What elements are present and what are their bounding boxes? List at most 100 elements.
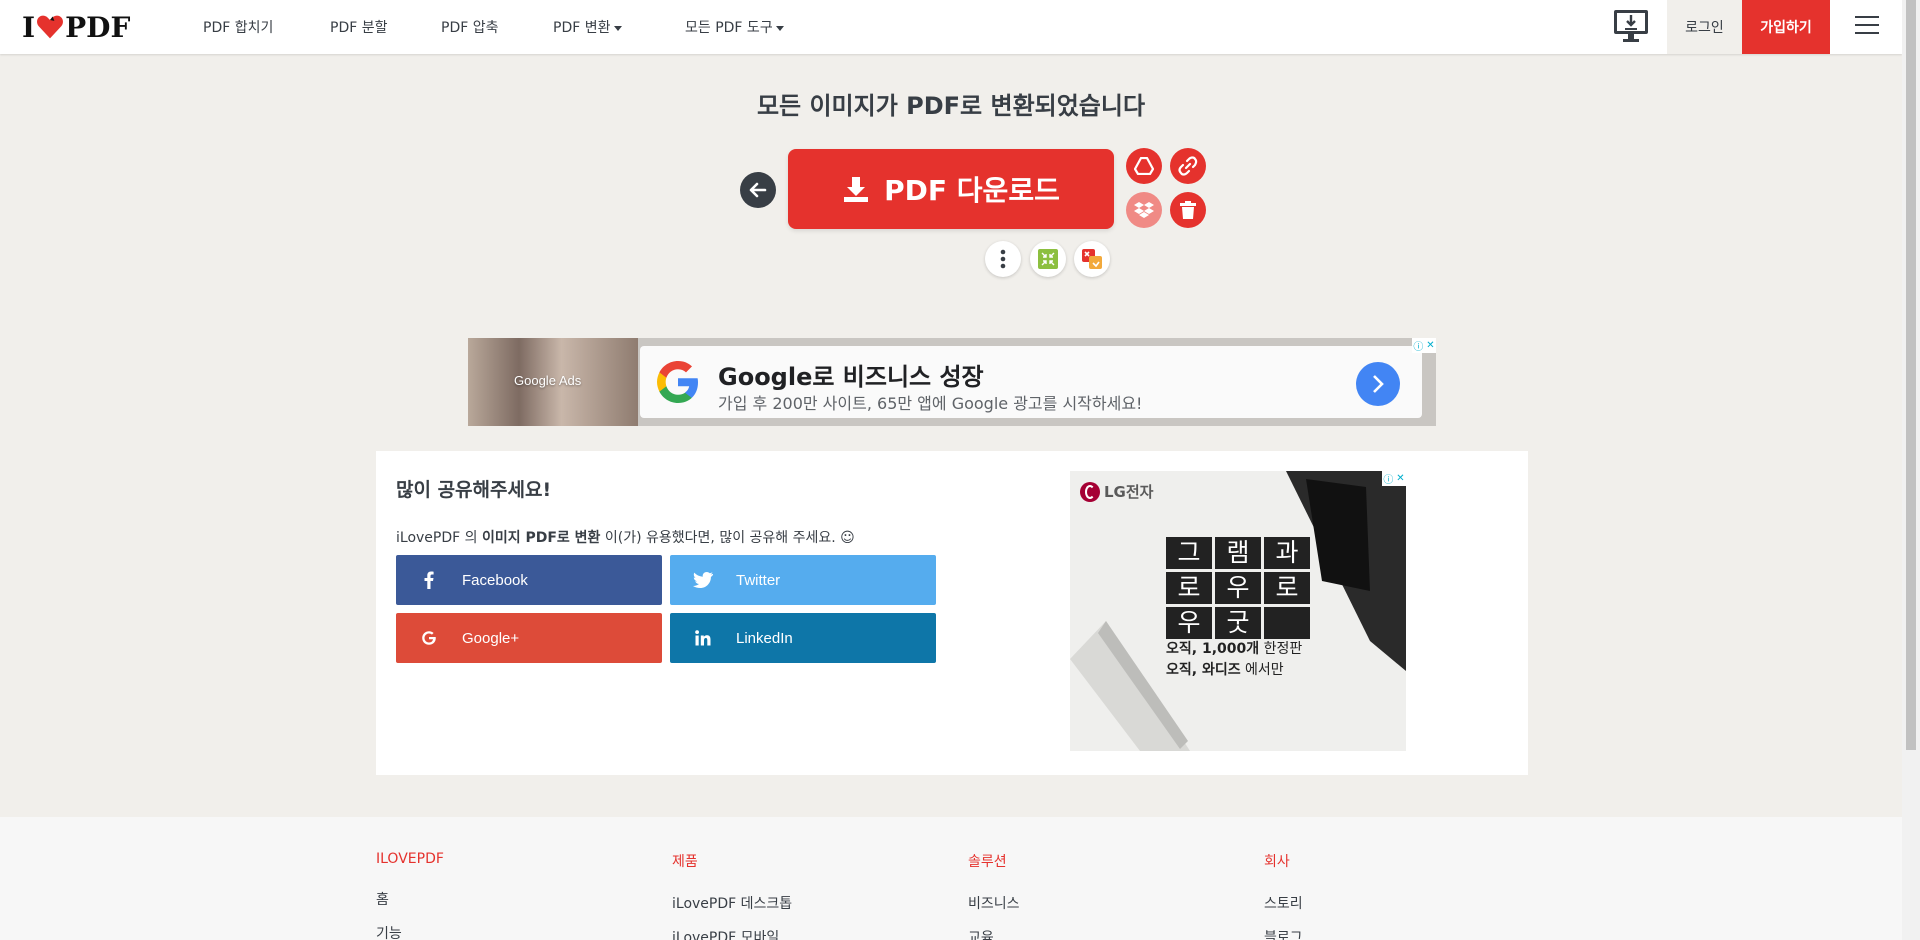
heart-icon bbox=[37, 15, 64, 39]
ad-card[interactable]: Google로 비즈니스 성장 가입 후 200만 사이트, 65만 앱에 Go… bbox=[640, 346, 1422, 418]
lg-ad-grid: 그 램 과 로 우 로 우 굿 bbox=[1166, 537, 1310, 639]
lg-ad-letter: 로 bbox=[1166, 572, 1212, 604]
trash-icon bbox=[1180, 201, 1196, 219]
more-vertical-icon bbox=[1000, 249, 1006, 269]
scrollbar[interactable] bbox=[1902, 0, 1920, 940]
google-drive-icon bbox=[1134, 157, 1154, 175]
compress-pdf-tool-button[interactable] bbox=[1030, 241, 1066, 277]
footer-heading: 솔루션 bbox=[968, 854, 1007, 870]
lg-ad-letter bbox=[1264, 607, 1310, 639]
ad-subtext: 가입 후 200만 사이트, 65만 앱에 Google 광고를 시작하세요! bbox=[718, 394, 1143, 413]
nav-label: PDF 분할 bbox=[330, 20, 388, 36]
ad-headline: Google로 비즈니스 성장 bbox=[718, 363, 984, 391]
footer-column-company: 회사 스토리 블로그 bbox=[1264, 851, 1303, 940]
nav-convert-pdf[interactable]: PDF 변환 bbox=[553, 17, 622, 37]
facebook-icon bbox=[424, 571, 434, 589]
footer-link[interactable]: 비즈니스 bbox=[968, 893, 1020, 913]
download-pdf-button[interactable]: PDF 다운로드 bbox=[788, 149, 1114, 229]
lg-logo-icon bbox=[1080, 481, 1100, 502]
nav-label: 모든 PDF 도구 bbox=[685, 20, 773, 36]
more-tools-button[interactable] bbox=[985, 241, 1021, 277]
page-title: 모든 이미지가 PDF로 변환되었습니다 bbox=[756, 92, 1146, 120]
facebook-label: Facebook bbox=[462, 571, 528, 589]
signup-button[interactable]: 가입하기 bbox=[1742, 0, 1830, 54]
ad-choices-icon[interactable]: ⓘ ✕ bbox=[1382, 471, 1406, 486]
login-button[interactable]: 로그인 bbox=[1667, 0, 1742, 54]
nav-merge-pdf[interactable]: PDF 합치기 bbox=[203, 17, 273, 37]
ad-choices-icon[interactable]: ⓘ ✕ bbox=[1412, 338, 1436, 353]
footer-heading: 제품 bbox=[672, 854, 698, 870]
desktop-download-icon bbox=[1614, 10, 1648, 42]
ilovepdf-logo[interactable]: I PDF bbox=[22, 10, 130, 44]
share-title: 많이 공유해주세요! bbox=[396, 479, 552, 501]
lg-display-ad[interactable]: LG전자 그 램 과 로 우 로 우 굿 오직, 1,000개 한정판 오직, … bbox=[1070, 471, 1406, 751]
lg-ad-line1-rest: 한정판 bbox=[1259, 641, 1303, 657]
google-plus-share-button[interactable]: Google+ bbox=[396, 613, 662, 663]
lg-ad-letter: 로 bbox=[1264, 572, 1310, 604]
desktop-app-button[interactable] bbox=[1612, 8, 1650, 44]
footer-link[interactable]: 스토리 bbox=[1264, 893, 1303, 913]
menu-icon[interactable] bbox=[1855, 16, 1879, 36]
ad-photo: Google Ads bbox=[468, 338, 638, 426]
download-icon bbox=[844, 177, 869, 202]
footer-link[interactable]: 교육 bbox=[968, 927, 1020, 940]
footer-link[interactable]: 기능 bbox=[376, 923, 444, 940]
lg-ad-letter: 굿 bbox=[1215, 607, 1261, 639]
twitter-label: Twitter bbox=[736, 571, 781, 589]
delete-button[interactable] bbox=[1170, 192, 1206, 228]
lg-ad-line1-bold: 오직, 1,000개 bbox=[1166, 641, 1260, 657]
chevron-right-icon bbox=[1373, 375, 1384, 393]
facebook-share-button[interactable]: Facebook bbox=[396, 555, 662, 605]
footer-heading: ILOVEPDF bbox=[376, 851, 444, 867]
nav-label: PDF 압축 bbox=[441, 20, 499, 36]
lg-ad-letter: 램 bbox=[1215, 537, 1261, 569]
ad-arrow-button[interactable] bbox=[1356, 362, 1400, 406]
linkedin-label: LinkedIn bbox=[736, 629, 793, 647]
google-plus-label: Google+ bbox=[462, 629, 520, 647]
link-icon bbox=[1178, 156, 1198, 176]
logo-text-left: I bbox=[22, 10, 36, 44]
arrow-left-icon bbox=[749, 182, 767, 198]
logo-text-right: PDF bbox=[65, 10, 131, 44]
dropbox-button[interactable] bbox=[1126, 192, 1162, 228]
footer-link[interactable]: iLovePDF 모바일 bbox=[672, 927, 792, 940]
caret-down-icon bbox=[613, 25, 622, 31]
google-logo-icon bbox=[657, 361, 698, 403]
compress-icon bbox=[1038, 249, 1058, 269]
download-label: PDF 다운로드 bbox=[884, 174, 1060, 207]
nav-label: PDF 합치기 bbox=[203, 20, 274, 36]
lg-ad-letter: 우 bbox=[1166, 607, 1212, 639]
footer-link[interactable]: 홈 bbox=[376, 889, 444, 909]
footer-column-ilovepdf: ILOVEPDF 홈 기능 bbox=[376, 851, 444, 940]
footer-link[interactable]: iLovePDF 데스크톱 bbox=[672, 893, 792, 913]
scrollbar-thumb[interactable] bbox=[1906, 0, 1916, 750]
footer-heading: 회사 bbox=[1264, 854, 1290, 870]
nav-all-pdf-tools[interactable]: 모든 PDF 도구 bbox=[685, 17, 784, 37]
share-text: iLovePDF 의 이미지 PDF로 변환 이(가) 유용했다면, 많이 공유… bbox=[396, 527, 855, 547]
footer-column-solutions: 솔루션 비즈니스 교육 bbox=[968, 851, 1020, 940]
footer-link[interactable]: 블로그 bbox=[1264, 927, 1303, 940]
nav-compress-pdf[interactable]: PDF 압축 bbox=[441, 17, 499, 37]
share-link-button[interactable] bbox=[1170, 148, 1206, 184]
lg-ad-letter: 과 bbox=[1264, 537, 1310, 569]
share-panel: 많이 공유해주세요! iLovePDF 의 이미지 PDF로 변환 이(가) 유… bbox=[376, 451, 1528, 775]
google-drive-button[interactable] bbox=[1126, 148, 1162, 184]
linkedin-icon bbox=[695, 630, 711, 646]
share-text-prefix: iLovePDF 의 bbox=[396, 530, 482, 546]
share-text-tool: 이미지 PDF로 변환 bbox=[481, 530, 601, 546]
nav-split-pdf[interactable]: PDF 분할 bbox=[330, 17, 388, 37]
dropbox-icon bbox=[1134, 202, 1154, 218]
linkedin-share-button[interactable]: LinkedIn bbox=[670, 613, 936, 663]
lg-ad-copy: 오직, 1,000개 한정판 오직, 와디즈 에서만 bbox=[1166, 639, 1302, 681]
google-ads-banner[interactable]: Google Ads Google로 비즈니스 성장 가입 후 200만 사이트… bbox=[468, 338, 1436, 426]
lg-brand: LG전자 bbox=[1080, 481, 1153, 502]
pdf-to-image-tool-button[interactable] bbox=[1074, 241, 1110, 277]
twitter-share-button[interactable]: Twitter bbox=[670, 555, 936, 605]
nav-label: PDF 변환 bbox=[553, 20, 611, 36]
footer: ILOVEPDF 홈 기능 제품 iLovePDF 데스크톱 iLovePDF … bbox=[0, 817, 1902, 940]
lg-ad-line2-rest: 에서만 bbox=[1240, 662, 1284, 678]
twitter-icon bbox=[693, 572, 713, 588]
lg-ad-line2-bold: 오직, 와디즈 bbox=[1166, 662, 1241, 678]
back-button[interactable] bbox=[740, 172, 776, 208]
caret-down-icon bbox=[775, 25, 784, 31]
